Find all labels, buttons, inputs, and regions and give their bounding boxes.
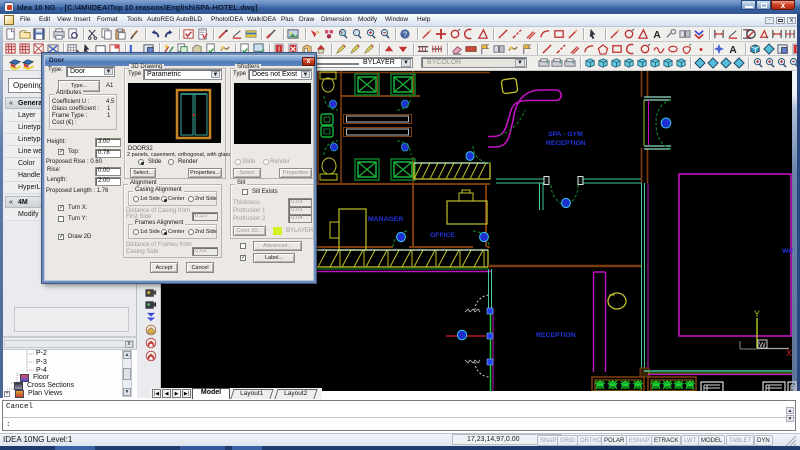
svg-text:A: A [653, 30, 661, 41]
svg-text:A: A [729, 45, 737, 56]
svg-text:W: W [759, 342, 766, 349]
svg-text:WC: WC [782, 248, 793, 255]
svg-text:RECEPTION: RECEPTION [546, 140, 586, 147]
svg-text:RECEPTION: RECEPTION [536, 332, 576, 339]
svg-text:MANAGER: MANAGER [368, 216, 403, 223]
svg-text:?: ? [403, 29, 407, 38]
svg-text:Y: Y [754, 309, 760, 319]
svg-text:X: X [786, 348, 792, 358]
svg-text:I: I [278, 44, 280, 53]
svg-text:OFFICE: OFFICE [430, 232, 455, 239]
svg-text:SPA - GYM: SPA - GYM [548, 131, 583, 138]
